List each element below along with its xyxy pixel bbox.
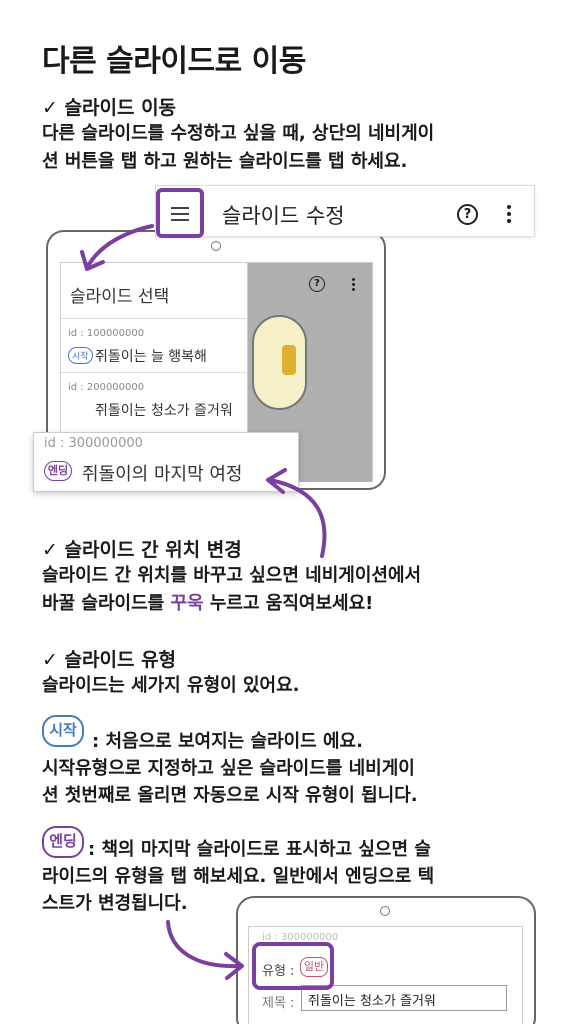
arrow-to-type-selector-icon <box>166 920 244 980</box>
